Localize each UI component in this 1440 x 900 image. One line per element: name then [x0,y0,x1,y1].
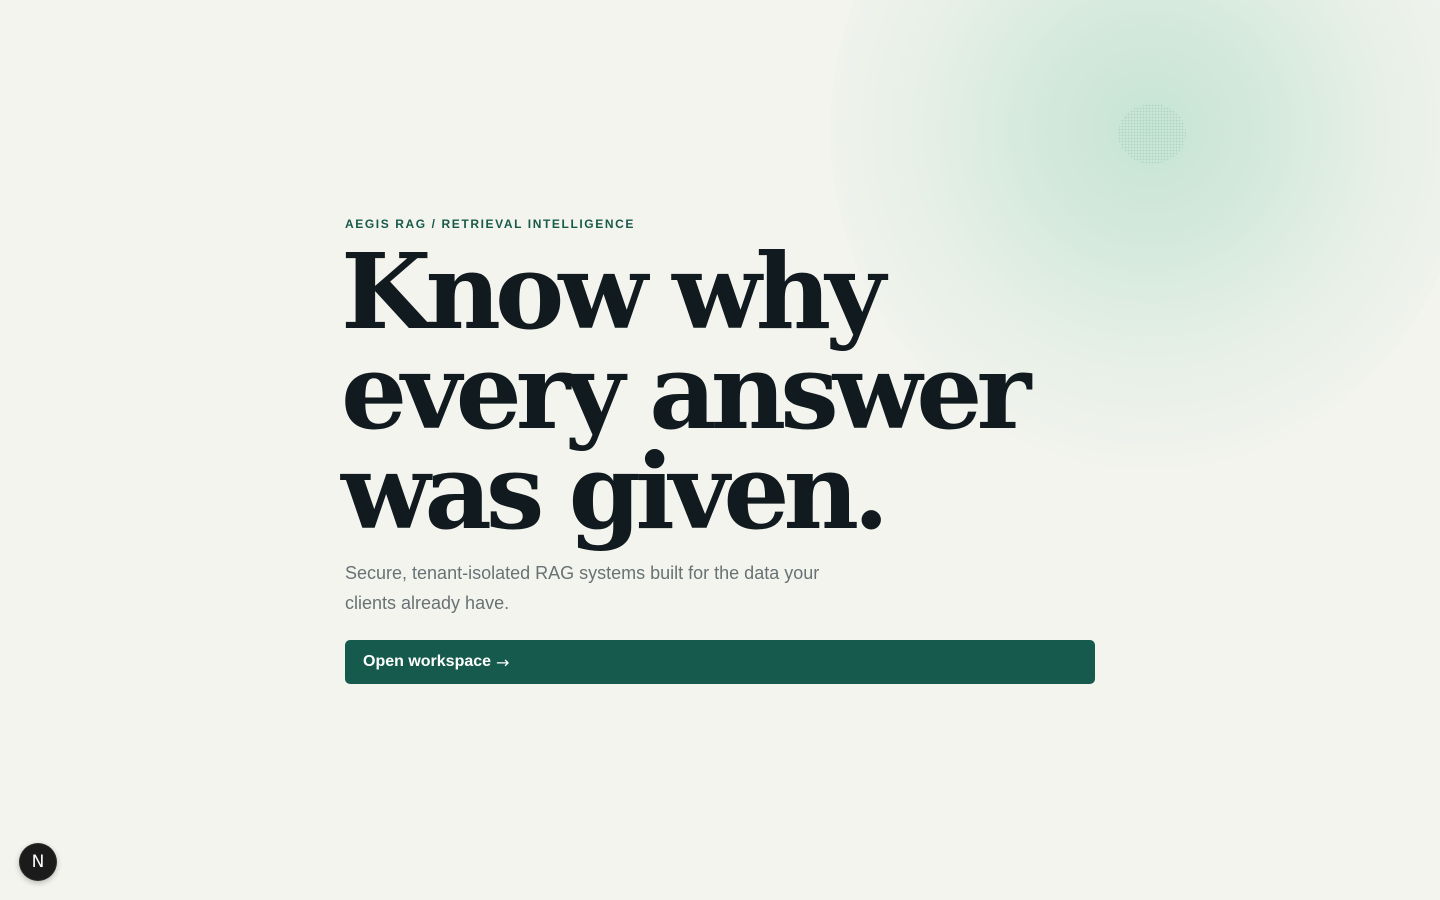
nextjs-dev-badge[interactable]: N [19,843,57,881]
background-dot-pattern [1118,104,1186,164]
hero-section: AEGIS RAG / RETRIEVAL INTELLIGENCE Know … [341,216,1095,684]
headline-line-3: was given. [341,430,889,553]
nextjs-logo-icon: N [31,852,45,872]
headline-line-2: every answer [341,330,1031,453]
headline-line-1: Know why [341,230,886,353]
hero-headline: Know why every answer was given. [341,230,1101,553]
hero-subcopy: Secure, tenant-isolated RAG systems buil… [345,563,820,613]
arrow-right-icon: → [496,652,510,672]
open-workspace-label: Open workspace [363,653,492,670]
open-workspace-button[interactable]: Open workspace → [345,640,1095,684]
